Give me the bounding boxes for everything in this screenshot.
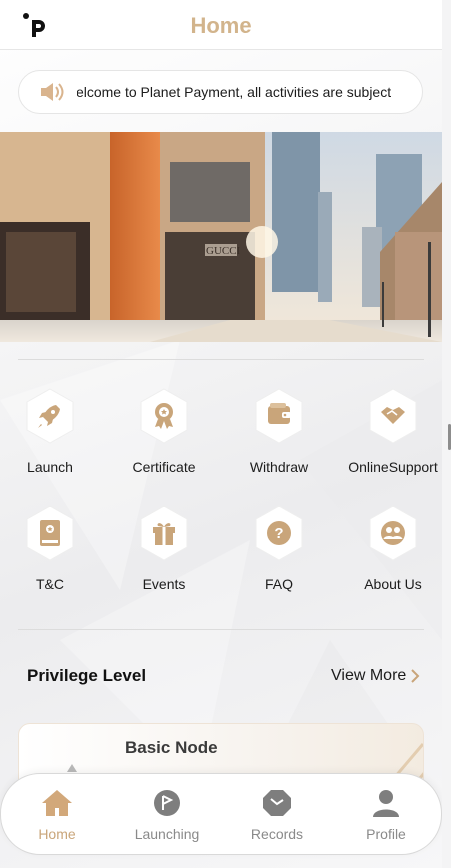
- section-divider: [18, 359, 424, 360]
- rocket-icon: [26, 388, 74, 444]
- top-header: Home: [0, 0, 442, 50]
- book-icon: [26, 505, 74, 561]
- profile-icon: [373, 790, 399, 817]
- wallet-icon: [255, 388, 303, 444]
- tab-profile[interactable]: Profile: [341, 788, 431, 844]
- bottom-tab-bar: Home Launching Records Profile: [0, 773, 442, 855]
- tab-label-records: Records: [250, 826, 304, 842]
- privilege-level-title: Privilege Level: [27, 666, 147, 685]
- handshake-icon: [369, 388, 417, 444]
- grid-label-aboutus: About Us: [364, 576, 422, 592]
- grid-item-events[interactable]: Events: [114, 505, 214, 605]
- storefront-sign: GUCCI: [206, 245, 241, 257]
- grid-item-launch[interactable]: Launch: [0, 388, 100, 488]
- grid-item-onlinesupport[interactable]: OnlineSupport: [343, 388, 442, 488]
- grid-label-events: Events: [142, 576, 186, 592]
- grid-label-certificate: Certificate: [132, 459, 196, 475]
- hero-banner[interactable]: GUCCI: [0, 132, 442, 342]
- tab-home[interactable]: Home: [12, 788, 102, 844]
- tab-label-launching: Launching: [134, 826, 200, 842]
- svg-text:?: ?: [274, 525, 283, 542]
- grid-item-aboutus[interactable]: About Us: [343, 505, 442, 605]
- records-icon: [263, 790, 291, 816]
- speaker-icon: [41, 83, 64, 101]
- question-icon: ?: [255, 505, 303, 561]
- banner-image: GUCCI: [0, 132, 442, 342]
- grid-label-onlinesupport: OnlineSupport: [348, 459, 438, 475]
- grid-label-withdraw: Withdraw: [249, 459, 309, 475]
- announcement-bar[interactable]: Welcome to Planet Payment, all activitie…: [18, 70, 423, 114]
- node-card-title: Basic Node: [125, 738, 218, 757]
- section-divider: [18, 629, 424, 630]
- app-screen: Home Welcome to Planet Payment, all acti…: [0, 0, 442, 868]
- award-icon: [140, 388, 188, 444]
- grid-item-certificate[interactable]: Certificate: [114, 388, 214, 488]
- page-title: Home: [190, 13, 252, 38]
- tab-label-profile: Profile: [366, 826, 406, 842]
- tab-label-home: Home: [38, 826, 76, 842]
- grid-item-faq[interactable]: ? FAQ: [229, 505, 329, 605]
- announcement-text: Welcome to Planet Payment, all activitie…: [77, 84, 391, 100]
- announcement-viewport: Welcome to Planet Payment, all activitie…: [77, 82, 391, 102]
- tab-launching[interactable]: Launching: [122, 788, 212, 844]
- launching-icon: [154, 790, 180, 816]
- users-icon: [369, 505, 417, 561]
- tab-records[interactable]: Records: [232, 788, 322, 844]
- chevron-right-icon: [411, 669, 420, 683]
- grid-label-tc: T&C: [36, 576, 64, 592]
- grid-label-launch: Launch: [27, 459, 73, 475]
- grid-item-withdraw[interactable]: Withdraw: [229, 388, 329, 488]
- view-more-label: View More: [331, 667, 407, 684]
- home-icon: [42, 790, 72, 816]
- grid-item-tc[interactable]: T&C: [0, 505, 100, 605]
- view-more-link[interactable]: View More: [331, 667, 420, 685]
- grid-label-faq: FAQ: [264, 576, 293, 592]
- gift-icon: [140, 505, 188, 561]
